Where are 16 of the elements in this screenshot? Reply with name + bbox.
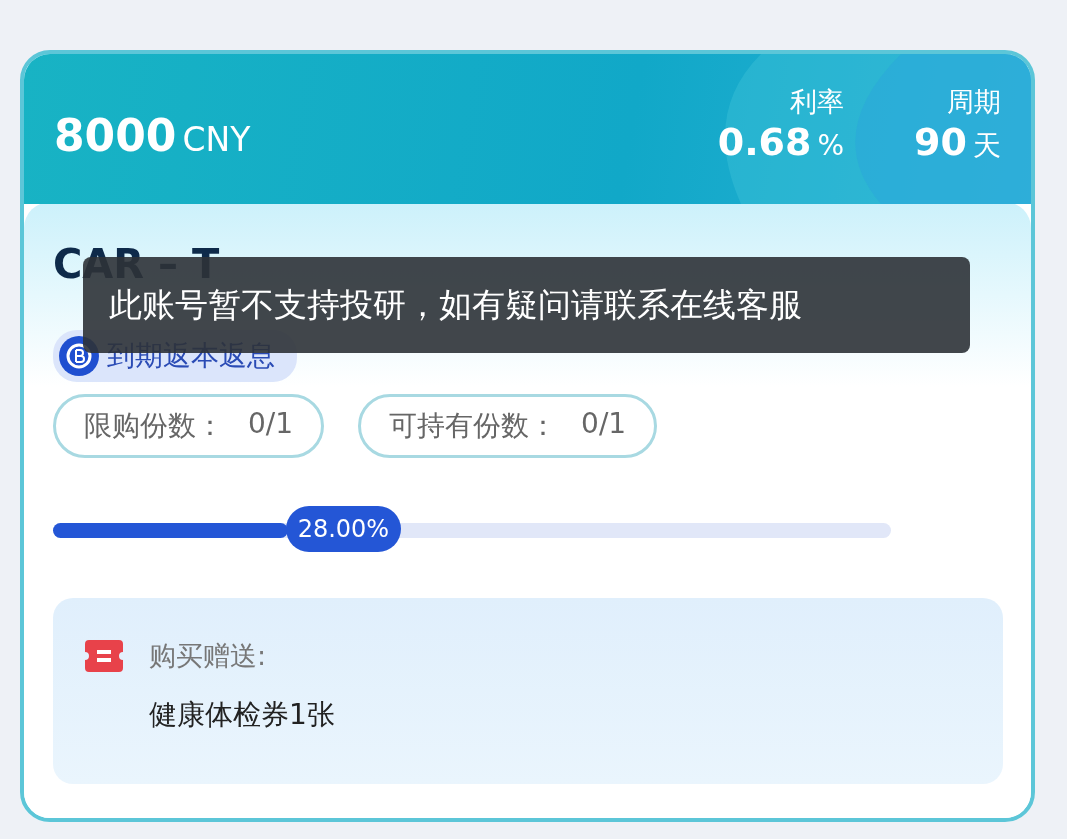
currency: CNY — [182, 120, 251, 159]
progress-reading: 28.00% — [285, 506, 402, 552]
stat-value: 0.68 — [717, 120, 812, 164]
gift-label: 购买赠送: — [149, 639, 268, 673]
chip-label: 可持有份数： — [389, 408, 558, 444]
stat-unit: % — [817, 129, 845, 162]
ticket-icon — [85, 640, 123, 672]
amount: 8000 — [54, 110, 177, 161]
gift-item: 健康体检券1张 — [149, 697, 336, 733]
chip-label: 限购份数： — [84, 408, 224, 444]
chip-value: 0/1 — [581, 407, 627, 442]
chip-value: 0/1 — [248, 407, 294, 442]
stat-unit: 天 — [973, 128, 1001, 164]
stat-label: 周期 — [947, 85, 1001, 119]
stat-value: 90 — [914, 120, 967, 164]
stat-label: 利率 — [790, 85, 845, 119]
